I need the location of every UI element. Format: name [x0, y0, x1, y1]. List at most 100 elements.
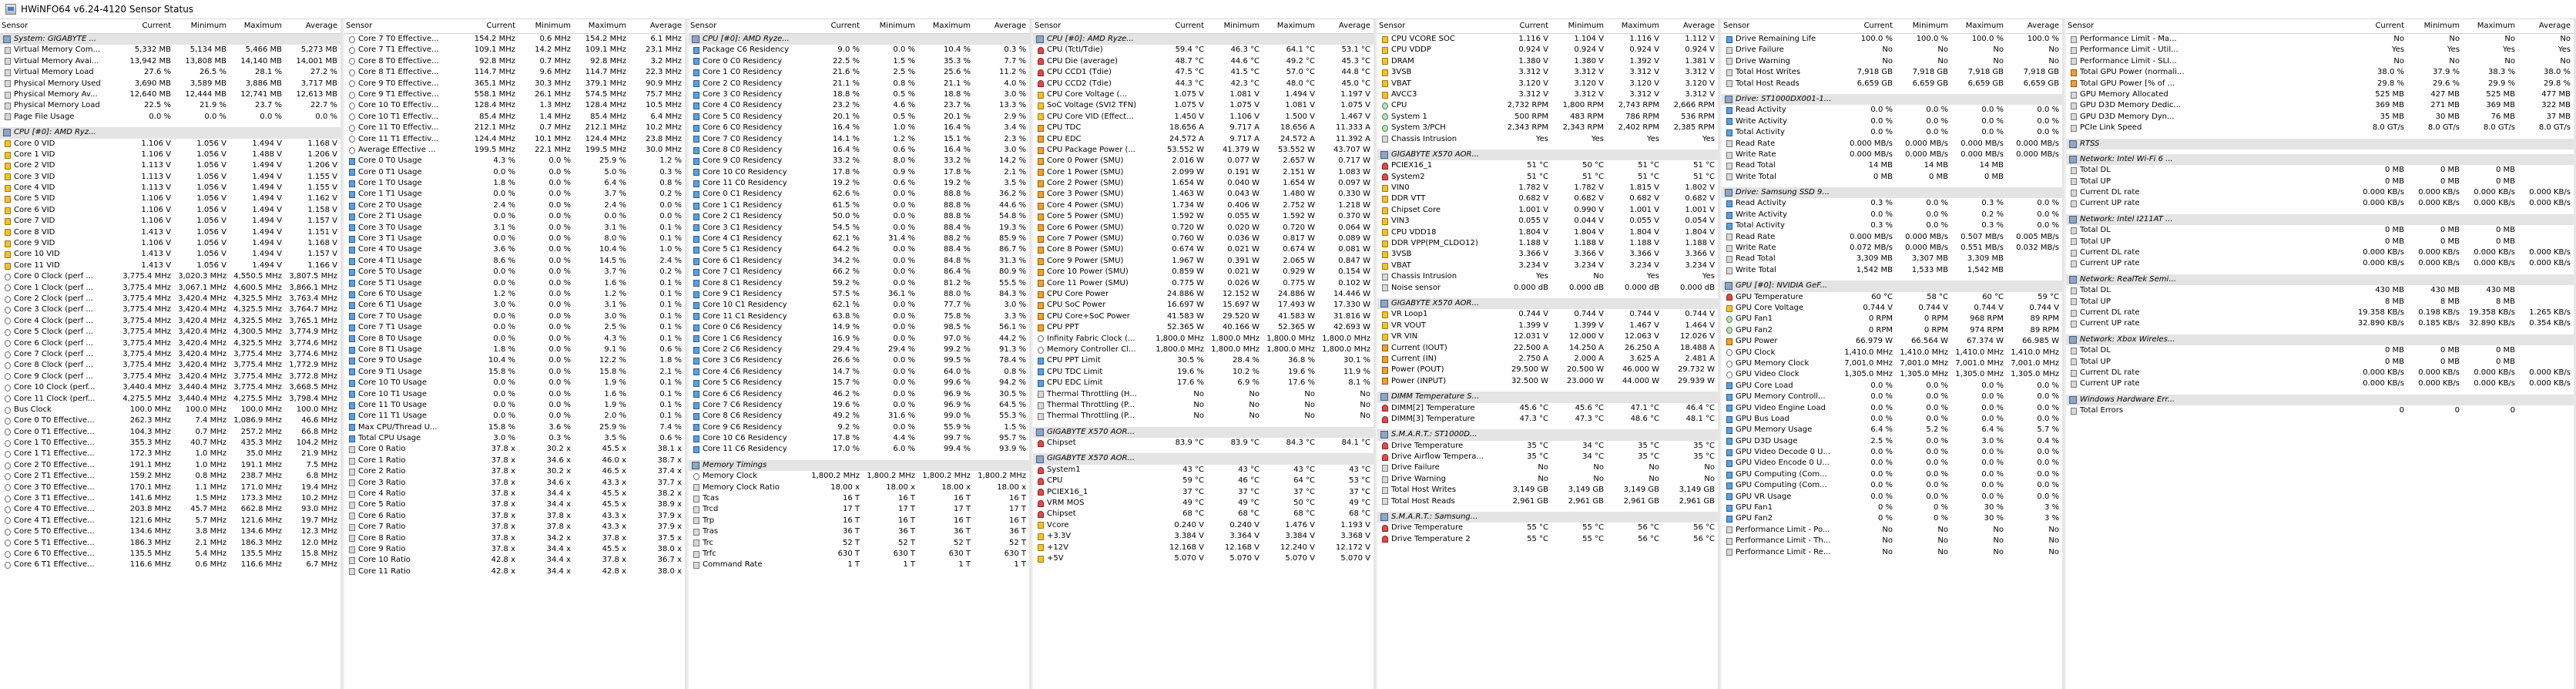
- column-header-minimum[interactable]: Minimum: [1894, 19, 1950, 33]
- sensor-row[interactable]: Core 2 C1 Residency 50.0 % 0.0 % 88.8 % 54.8…: [689, 211, 1029, 222]
- sensor-row[interactable]: Core 11 C0 Residency 19.2 % 0.6 % 19.2 % 3.5…: [689, 178, 1029, 189]
- sensor-row[interactable]: Chassis Intrusion Yes Yes Yes Yes: [1377, 134, 1718, 145]
- sensor-row[interactable]: Page File Usage 0.0 % 0.0 % 0.0 % 0.0 %: [0, 112, 340, 123]
- sensor-row[interactable]: GPU Video Encode 0 U... 0.0 % 0.0 % 0.0 % 0.…: [1722, 458, 2062, 469]
- sensor-row[interactable]: Core 5 T0 Effective... 134.6 MHz 3.8 MHz 13…: [0, 526, 340, 537]
- column-header-current[interactable]: Current: [117, 19, 173, 33]
- column-header-minimum[interactable]: Minimum: [1550, 19, 1605, 33]
- sensor-row[interactable]: Core 1 T1 Usage 0.0 % 0.0 % 3.7 % 0.2 %: [344, 189, 685, 200]
- sensor-row[interactable]: GPU Computing (Com... 0.0 % 0.0 % 0.0 % 0.0 …: [1722, 480, 2062, 491]
- sensor-row[interactable]: VR Loop1 0.744 V 0.744 V 0.744 V 0.744 V: [1377, 309, 1718, 320]
- sensor-row[interactable]: VIN3 0.055 V 0.044 V 0.055 V 0.054 V: [1377, 216, 1718, 227]
- sensor-row[interactable]: Core 0 Ratio 37.8 x 30.2 x 45.5 x 38.1 x: [344, 444, 685, 455]
- sensor-row[interactable]: GPU Video Clock 1,305.0 MHz 1,305.0 MHz 1,3…: [1722, 369, 2062, 380]
- sensor-row[interactable]: GPU Fan2 0 RPM 0 RPM 974 RPM 89 RPM: [1722, 325, 2062, 336]
- sensor-row[interactable]: Core 2 Clock (perf ... 3,775.4 MHz 3,420.4…: [0, 294, 340, 304]
- sensor-row[interactable]: Core 8 T0 Effective... 92.8 MHz 0.7 MHz 92.…: [344, 56, 685, 67]
- sensor-row[interactable]: Core 3 C6 Residency 26.6 % 0.0 % 99.5 % 78.4…: [689, 355, 1029, 366]
- sensor-row[interactable]: Virtual Memory Load 27.6 % 26.5 % 28.1 % 27.…: [0, 67, 340, 78]
- sensor-row[interactable]: Core 7 VID 1.106 V 1.056 V 1.494 V 1.157 V: [0, 216, 340, 227]
- sensor-row[interactable]: CPU TDC Limit 19.6 % 10.2 % 19.6 % 11.9 %: [1033, 367, 1374, 378]
- sensor-group-header[interactable]: Memory Timings: [689, 459, 1029, 472]
- sensor-row[interactable]: Read Rate 0.000 MB/s 0.000 MB/s 0.000 MB/s 0…: [1722, 139, 2062, 150]
- sensor-row[interactable]: PCIEX16_1 37 °C 37 °C 37 °C 37 °C: [1033, 487, 1374, 498]
- sensor-row[interactable]: Core 3 Power (SMU) 1.463 W 0.043 W 1.480 W0…: [1033, 189, 1374, 200]
- sensor-row[interactable]: Core 6 C6 Residency 46.2 % 0.0 % 96.9 % 30.5…: [689, 389, 1029, 400]
- sensor-row[interactable]: Chipset Core 1.001 V 0.990 V 1.001 V 1.001 V: [1377, 205, 1718, 216]
- sensor-row[interactable]: GPU Bus Load 0.0 % 0.0 % 0.0 % 0.0 %: [1722, 414, 2062, 425]
- sensor-group-header[interactable]: S.M.A.R.T.: ST1000D...: [1377, 429, 1718, 441]
- sensor-row[interactable]: GPU Memory Usage 6.4 % 5.2 % 6.4 % 5.7 %: [1722, 425, 2062, 435]
- sensor-row[interactable]: Performance Limit - Ma... No No No No: [2066, 34, 2574, 45]
- sensor-row[interactable]: Core 10 C0 Residency 17.8 % 0.9 % 17.8 % 2.1…: [689, 167, 1029, 178]
- sensor-row[interactable]: GPU VR Usage 0.0 % 0.0 % 0.0 % 0.0 %: [1722, 492, 2062, 502]
- sensor-row[interactable]: Core 6 Power (SMU) 0.720 W 0.020 W 0.720 W0…: [1033, 223, 1374, 234]
- sensor-row[interactable]: Current UP rate 0.000 KB/s 0.000 KB/s 0.000…: [2066, 258, 2574, 269]
- sensor-row[interactable]: Core 0 T0 Usage 4.3 % 0.0 % 25.9 % 1.2 %: [344, 156, 685, 166]
- sensor-row[interactable]: Read Activity 0.3 % 0.0 % 0.3 % 0.0 %: [1722, 198, 2062, 209]
- sensor-row[interactable]: Current DL rate 0.000 KB/s 0.000 KB/s 0.000…: [2066, 247, 2574, 258]
- sensor-row[interactable]: Drive Airflow Tempera... 35 °C 34 °C 35 °C 3…: [1377, 452, 1718, 462]
- column-header-sensor[interactable]: Sensor: [344, 19, 461, 33]
- sensor-row[interactable]: Core 5 C0 Residency 20.1 % 0.5 % 20.1 % 2.9 …: [689, 112, 1029, 123]
- sensor-row[interactable]: Power (POUT) 29.500 W 20.500 W 46.000 W 29.7…: [1377, 365, 1718, 375]
- sensor-row[interactable]: Core 10 C6 Residency 17.8 % 4.4 % 99.7 % 95.…: [689, 433, 1029, 444]
- sensor-row[interactable]: Core 6 Ratio 37.8 x 37.8 x 43.3 x 37.9 x: [344, 511, 685, 522]
- sensor-row[interactable]: Core 11 T0 Effectiv... 212.1 MHz 0.7 MHz 21…: [344, 123, 685, 133]
- sensor-row[interactable]: Core 1 Ratio 37.8 x 34.6 x 46.0 x 38.7 x: [344, 455, 685, 466]
- sensor-row[interactable]: CPU Core+SoC Power 41.583 W 29.520 W 41.583…: [1033, 311, 1374, 322]
- sensor-row[interactable]: Core 10 T1 Usage 0.0 % 0.0 % 1.6 % 0.1 %: [344, 389, 685, 400]
- sensor-row[interactable]: Memory Clock 1,800.2 MHz 1,800.2 MHz 1,800.…: [689, 471, 1029, 482]
- column-header-maximum[interactable]: Maximum: [1950, 19, 2005, 33]
- sensor-row[interactable]: Thermal Throttling (H... No No No No: [1033, 389, 1374, 400]
- sensor-row[interactable]: GPU Core Load 0.0 % 0.0 % 0.0 % 0.0 %: [1722, 381, 2062, 392]
- column-header-row[interactable]: Sensor Current Minimum Maximum Average: [2066, 19, 2574, 34]
- sensor-row[interactable]: Core 10 Clock (perf... 3,440.4 MHz 3,440.4…: [0, 382, 340, 393]
- sensor-row[interactable]: CPU EDC 24.572 A 9.717 A 24.572 A 11.392 A: [1033, 134, 1374, 145]
- sensor-row[interactable]: GPU Core Voltage 0.744 V 0.744 V 0.744 V 0.7…: [1722, 303, 2062, 314]
- sensor-row[interactable]: DIMM[2] Temperature 45.6 °C 45.6 °C 47.1 °C…: [1377, 403, 1718, 414]
- column-header-current[interactable]: Current: [2350, 19, 2406, 33]
- sensor-row[interactable]: Vcore 0.240 V 0.240 V 1.476 V 1.193 V: [1033, 520, 1374, 531]
- sensor-row[interactable]: System2 51 °C 51 °C 51 °C 51 °C: [1377, 172, 1718, 183]
- sensor-row[interactable]: Current (IOUT) 22.500 A 14.250 A 26.250 A 18…: [1377, 343, 1718, 354]
- sensor-group-header[interactable]: S.M.A.R.T.: Samsung...: [1377, 512, 1718, 523]
- sensor-row[interactable]: Core 8 VID 1.413 V 1.056 V 1.494 V 1.151 V: [0, 227, 340, 238]
- sensor-row[interactable]: Core 2 T1 Effective... 159.2 MHz 0.8 MHz 23…: [0, 471, 340, 482]
- sensor-row[interactable]: Chipset 68 °C 68 °C 68 °C 68 °C: [1033, 509, 1374, 519]
- sensor-row[interactable]: Core 9 C0 Residency 33.2 % 8.0 % 33.2 % 14.2…: [689, 156, 1029, 166]
- sensor-group-header[interactable]: Network: Xbox Wireles...: [2066, 334, 2574, 346]
- sensor-row[interactable]: Write Activity 0.0 % 0.0 % 0.2 % 0.0 %: [1722, 210, 2062, 220]
- sensor-row[interactable]: Core 2 T0 Usage 2.4 % 0.0 % 2.4 % 0.0 %: [344, 200, 685, 211]
- column-header-row[interactable]: Sensor Current Minimum Maximum Average: [689, 19, 1029, 34]
- sensor-row[interactable]: CPU Die (average) 48.7 °C 44.6 °C 49.2 °C 45…: [1033, 56, 1374, 67]
- sensor-row[interactable]: Core 1 T1 Effective... 172.3 MHz 1.0 MHz 35…: [0, 449, 340, 459]
- sensor-group-header[interactable]: CPU [#0]: AMD Ryz...: [0, 127, 340, 139]
- sensor-row[interactable]: Drive Warning No No No No: [1377, 474, 1718, 485]
- sensor-row[interactable]: Core 4 Power (SMU) 1.734 W 0.406 W 2.752 W1…: [1033, 200, 1374, 211]
- column-header-maximum[interactable]: Maximum: [1605, 19, 1661, 33]
- sensor-row[interactable]: Core 3 C0 Residency 18.8 % 0.5 % 18.8 % 3.0 …: [689, 89, 1029, 100]
- sensor-row[interactable]: Core 0 C1 Residency 62.6 % 0.0 % 88.8 % 36.2…: [689, 189, 1029, 200]
- sensor-group-header[interactable]: GIGABYTE X570 AOR...: [1033, 453, 1374, 465]
- column-header-sensor[interactable]: Sensor: [0, 19, 117, 33]
- sensor-row[interactable]: Core 1 T0 Usage 1.8 % 0.0 % 6.4 % 0.8 %: [344, 178, 685, 189]
- sensor-row[interactable]: SoC Voltage (SVI2 TFN) 1.075 V 1.075 V 1.08…: [1033, 100, 1374, 111]
- sensor-row[interactable]: CPU Core VID (Effect... 1.450 V 1.106 V 1.5…: [1033, 112, 1374, 123]
- column-header-maximum[interactable]: Maximum: [1261, 19, 1317, 33]
- sensor-row[interactable]: DDR VTT 0.682 V 0.682 V 0.682 V 0.682 V: [1377, 193, 1718, 204]
- sensor-row[interactable]: Core 2 C0 Residency 21.1 % 0.8 % 21.1 % 4.0 …: [689, 79, 1029, 89]
- sensor-row[interactable]: Core 0 Clock (perf ... 3,775.4 MHz 3,020.3…: [0, 271, 340, 282]
- sensor-row[interactable]: Trp 16 T 16 T 16 T 16 T: [689, 516, 1029, 526]
- sensor-row[interactable]: CPU VCORE SOC 1.116 V 1.104 V 1.116 V 1.112 …: [1377, 34, 1718, 45]
- sensor-row[interactable]: VBAT 3.234 V 3.234 V 3.234 V 3.234 V: [1377, 260, 1718, 271]
- sensor-row[interactable]: Physical Memory Av... 12,640 MB 12,444 MB 1…: [0, 89, 340, 100]
- sensor-row[interactable]: Performance Limit - Re... No No No No: [1722, 547, 2062, 558]
- sensor-panel-7[interactable]: Sensor Current Minimum Maximum Average Perfor…: [2066, 19, 2576, 689]
- sensor-row[interactable]: VIN0 1.782 V 1.782 V 1.815 V 1.802 V: [1377, 183, 1718, 193]
- sensor-row[interactable]: Core 1 Power (SMU) 2.099 W 0.191 W 2.151 W1…: [1033, 167, 1374, 178]
- sensor-row[interactable]: Core 4 Clock (perf ... 3,775.4 MHz 3,420.4…: [0, 316, 340, 327]
- sensor-row[interactable]: VR VIN 12.031 V 12.000 V 12.063 V 12.026 V: [1377, 331, 1718, 342]
- sensor-row[interactable]: Current UP rate 0.000 KB/s 0.000 KB/s 0.000…: [2066, 378, 2574, 389]
- column-header-row[interactable]: Sensor Current Minimum Maximum Average: [344, 19, 685, 34]
